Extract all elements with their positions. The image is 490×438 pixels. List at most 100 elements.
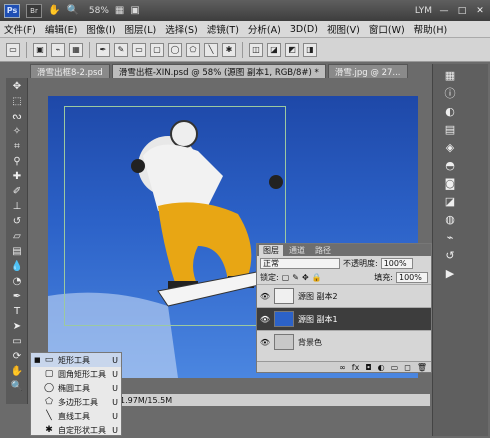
actions-icon[interactable]: ▶: [439, 266, 461, 280]
menu-analysis[interactable]: 分析(A): [248, 22, 281, 36]
fx-icon[interactable]: fx: [352, 363, 360, 372]
pen-tool-icon[interactable]: ✒: [8, 289, 26, 303]
flyout-item-polygon[interactable]: ⬠ 多边形工具 U: [31, 395, 121, 409]
flyout-item-custom-shape[interactable]: ✱ 自定形状工具 U: [31, 423, 121, 437]
opacity-field[interactable]: 100%: [380, 257, 413, 269]
fill-pixels-icon[interactable]: ▦: [69, 42, 83, 57]
eye-icon[interactable]: 👁: [260, 314, 270, 324]
fill-field[interactable]: 100%: [396, 271, 428, 283]
shape-tool-icon[interactable]: ▭: [8, 334, 26, 348]
layer-name[interactable]: 背景色: [298, 337, 322, 348]
lasso-tool-icon[interactable]: ᔓ: [8, 109, 26, 123]
lock-image-icon[interactable]: ✎: [292, 273, 299, 282]
history-icon[interactable]: ↺: [439, 248, 461, 262]
close-button[interactable]: ✕: [474, 5, 486, 17]
3d-rotate-icon[interactable]: ⟳: [8, 349, 26, 363]
lock-all-icon[interactable]: 🔒: [312, 273, 322, 282]
menu-help[interactable]: 帮助(H): [414, 22, 448, 36]
tab-layers[interactable]: 图层: [259, 245, 283, 256]
type-tool-icon[interactable]: T: [8, 304, 26, 318]
menu-file[interactable]: 文件(F): [4, 22, 36, 36]
eye-icon[interactable]: 👁: [260, 337, 270, 347]
brush-tool-icon[interactable]: ✐: [8, 184, 26, 198]
eyedropper-icon[interactable]: ⚲: [8, 154, 26, 168]
minimize-button[interactable]: —: [438, 5, 450, 17]
healing-brush-icon[interactable]: ✚: [8, 169, 26, 183]
menu-window[interactable]: 窗口(W): [369, 22, 405, 36]
screen-mode-icon[interactable]: ▣: [130, 5, 139, 16]
swatches-icon[interactable]: ▤: [439, 122, 461, 136]
layer-row[interactable]: 👁 源图 副本2: [257, 284, 431, 307]
line-shape-icon[interactable]: ╲: [204, 42, 218, 57]
tab-doc-3[interactable]: 滑雪.jpg @ 27...: [327, 64, 408, 78]
magic-wand-icon[interactable]: ✧: [8, 124, 26, 138]
menu-layer[interactable]: 图层(L): [125, 22, 157, 36]
rect-shape-icon[interactable]: ▭: [132, 42, 146, 57]
styles-icon[interactable]: ◈: [439, 140, 461, 154]
flyout-item-rect[interactable]: ■ ▭ 矩形工具 U: [31, 353, 121, 367]
link-layers-icon[interactable]: ∞: [339, 363, 346, 372]
blend-mode-select[interactable]: 正常: [260, 257, 340, 269]
paths-icon[interactable]: ⌁: [51, 42, 65, 57]
new-layer-icon[interactable]: ◻: [404, 363, 411, 372]
move-tool-icon[interactable]: ✥: [8, 79, 26, 93]
marquee-tool-icon[interactable]: ⬚: [8, 94, 26, 108]
pen-icon[interactable]: ✒: [96, 42, 110, 57]
tab-doc-1[interactable]: 滑雪出框8-2.psd: [30, 64, 110, 78]
dodge-tool-icon[interactable]: ◔: [8, 274, 26, 288]
path-intersect-icon[interactable]: ◩: [285, 42, 299, 57]
navigator-icon[interactable]: ▦: [439, 68, 461, 82]
crop-tool-icon[interactable]: ⌗: [8, 139, 26, 153]
bridge-button[interactable]: Br: [26, 3, 42, 18]
path-select-icon[interactable]: ➤: [8, 319, 26, 333]
menu-filter[interactable]: 滤镜(T): [207, 22, 239, 36]
blur-tool-icon[interactable]: 💧: [8, 259, 26, 273]
trash-icon[interactable]: 🗑: [417, 363, 427, 372]
shape-layers-icon[interactable]: ▣: [33, 42, 47, 57]
channels-icon[interactable]: ◍: [439, 212, 461, 226]
history-brush-icon[interactable]: ↺: [8, 214, 26, 228]
add-mask-icon[interactable]: ◘: [365, 363, 371, 372]
eraser-tool-icon[interactable]: ▱: [8, 229, 26, 243]
zoom-tool-icon[interactable]: 🔍: [8, 379, 26, 393]
freeform-pen-icon[interactable]: ✎: [114, 42, 128, 57]
layers-icon[interactable]: ◪: [439, 194, 461, 208]
zoom-level[interactable]: 58%: [89, 6, 109, 16]
arrange-icon[interactable]: ▦: [115, 5, 124, 16]
menu-3d[interactable]: 3D(D): [290, 24, 318, 35]
layer-row[interactable]: 👁 背景色: [257, 330, 431, 353]
menu-select[interactable]: 选择(S): [165, 22, 197, 36]
flyout-item-ellipse[interactable]: ◯ 椭圆工具 U: [31, 381, 121, 395]
zoom-icon[interactable]: 🔍: [66, 5, 78, 16]
tab-channels[interactable]: 通道: [285, 245, 309, 256]
tool-preset-icon[interactable]: ▭: [6, 42, 20, 57]
menu-image[interactable]: 图像(I): [86, 22, 115, 36]
menu-edit[interactable]: 编辑(E): [45, 22, 77, 36]
new-group-icon[interactable]: ▭: [391, 363, 399, 372]
adjustment-layer-icon[interactable]: ◐: [378, 363, 385, 372]
layer-name[interactable]: 源图 副本2: [298, 291, 338, 302]
eye-icon[interactable]: 👁: [260, 291, 270, 301]
clone-stamp-icon[interactable]: ⊥: [8, 199, 26, 213]
gradient-tool-icon[interactable]: ▤: [8, 244, 26, 258]
path-exclude-icon[interactable]: ◨: [303, 42, 317, 57]
tab-paths[interactable]: 路径: [311, 245, 335, 256]
paths-panel-icon[interactable]: ⌁: [439, 230, 461, 244]
tab-doc-2[interactable]: 滑雪出框-XIN.psd @ 58% (源图 副本1, RGB/8#) *: [111, 64, 326, 78]
hand-tool-icon[interactable]: ✋: [8, 364, 26, 378]
adjustments-icon[interactable]: ◓: [439, 158, 461, 172]
lock-position-icon[interactable]: ✥: [302, 273, 309, 282]
lock-transparent-icon[interactable]: ▢: [282, 273, 290, 282]
rounded-rect-shape-icon[interactable]: ▢: [150, 42, 164, 57]
ellipse-shape-icon[interactable]: ◯: [168, 42, 182, 57]
menu-view[interactable]: 视图(V): [327, 22, 360, 36]
layer-row-selected[interactable]: 👁 源图 副本1: [257, 307, 431, 330]
path-add-icon[interactable]: ◫: [249, 42, 263, 57]
color-icon[interactable]: ◐: [439, 104, 461, 118]
path-subtract-icon[interactable]: ◪: [267, 42, 281, 57]
masks-icon[interactable]: ◙: [439, 176, 461, 190]
polygon-shape-icon[interactable]: ⬠: [186, 42, 200, 57]
custom-shape-icon[interactable]: ✱: [222, 42, 236, 57]
flyout-item-rounded-rect[interactable]: ▢ 圆角矩形工具 U: [31, 367, 121, 381]
hand-icon[interactable]: ✋: [48, 5, 60, 16]
